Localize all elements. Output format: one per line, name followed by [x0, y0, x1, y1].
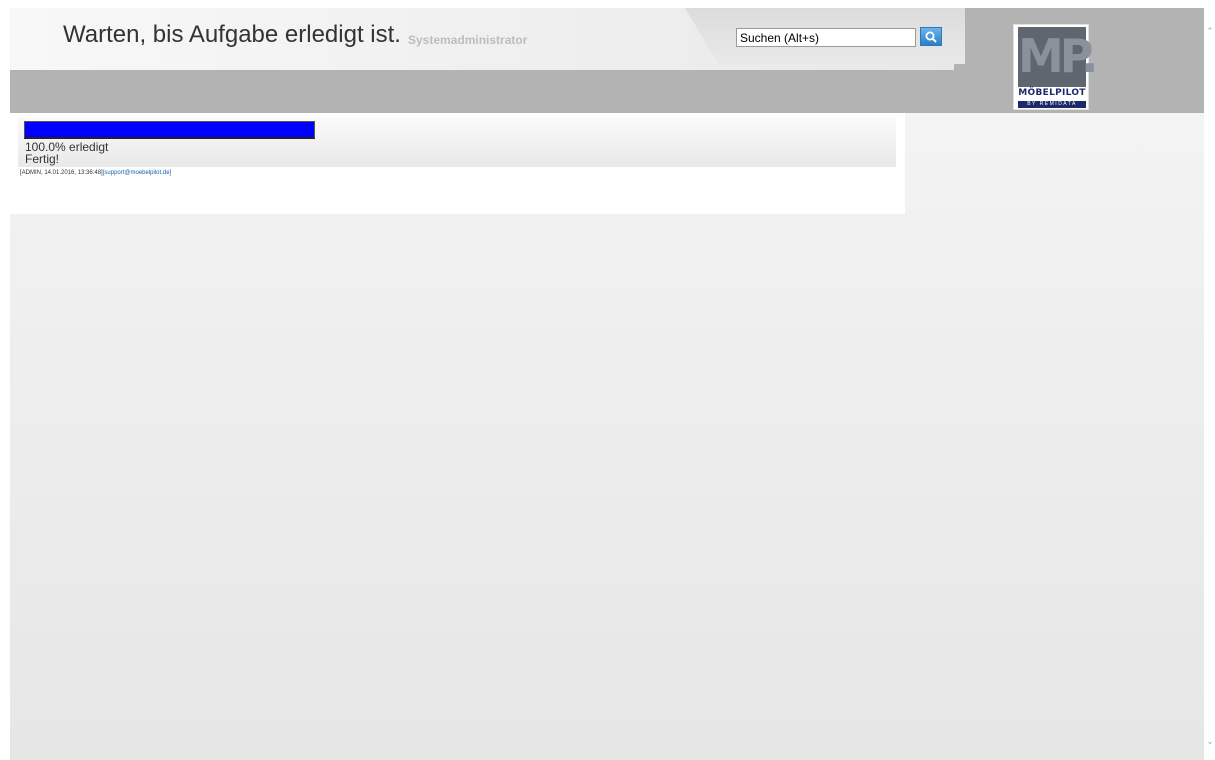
- user-role: Systemadministrator: [408, 33, 528, 47]
- footer-info: [ADMIN, 14.01.2016, 13:36:48][support@mo…: [20, 170, 171, 176]
- moebelpilot-logo: MP. MÖBELPILOT BY REMIDATA: [1013, 24, 1099, 110]
- chevron-up-icon[interactable]: ⌃: [1205, 26, 1215, 36]
- page-title: Warten, bis Aufgabe erledigt ist.: [63, 21, 401, 48]
- progress-fill: [25, 122, 314, 137]
- footer-user-timestamp: [ADMIN, 14.01.2016, 13:36:48]: [20, 170, 103, 176]
- progress-bar: [24, 121, 315, 139]
- status-box: 100.0% erledigt Fertig!: [18, 117, 896, 167]
- status-label: Fertig!: [25, 152, 60, 166]
- header: Warten, bis Aufgabe erledigt ist. System…: [10, 8, 1204, 113]
- magnifier-icon: [925, 31, 937, 43]
- search-button[interactable]: [920, 27, 942, 46]
- logo-name: MÖBELPILOT: [1018, 88, 1086, 98]
- logo-letters: MP.: [1018, 29, 1099, 83]
- logo-subtitle: BY REMIDATA: [1018, 101, 1086, 108]
- logo-mark: MP.: [1018, 27, 1099, 87]
- scrollbar[interactable]: ⌃ ⌄: [1204, 8, 1215, 760]
- task-panel: 100.0% erledigt Fertig! [ADMIN, 14.01.20…: [10, 113, 905, 214]
- support-link[interactable]: [support@moebelpilot.de]: [103, 170, 171, 176]
- chevron-down-icon[interactable]: ⌄: [1205, 736, 1215, 746]
- search-input[interactable]: [736, 28, 916, 47]
